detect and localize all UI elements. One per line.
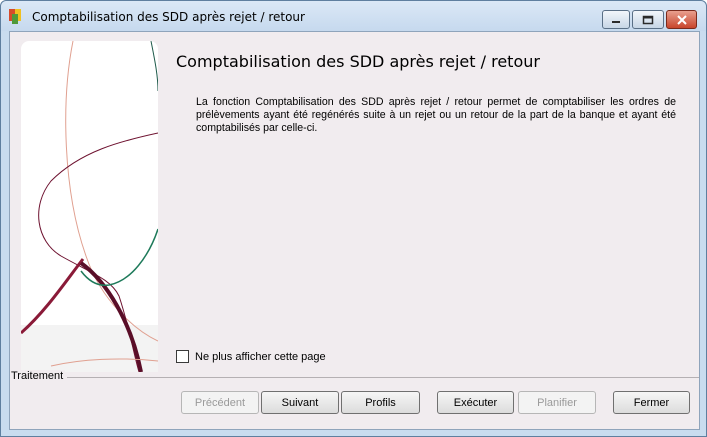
maximize-button[interactable] — [632, 10, 664, 29]
wizard-window: Comptabilisation des SDD après rejet / r… — [0, 0, 707, 437]
title-bar[interactable]: Comptabilisation des SDD après rejet / r… — [1, 1, 706, 31]
dont-show-again-option[interactable]: Ne plus afficher cette page — [176, 350, 326, 363]
execute-button[interactable]: Exécuter — [437, 391, 514, 414]
close-button[interactable] — [666, 10, 697, 29]
decorative-curves-image — [21, 41, 158, 372]
dont-show-again-checkbox[interactable] — [176, 350, 189, 363]
minimize-icon — [612, 20, 620, 23]
window-title: Comptabilisation des SDD après rejet / r… — [32, 10, 305, 24]
close-icon — [676, 14, 687, 25]
page-description: La fonction Comptabilisation des SDD apr… — [196, 96, 676, 134]
previous-button[interactable]: Précédent — [181, 391, 259, 414]
page-heading: Comptabilisation des SDD après rejet / r… — [176, 52, 540, 71]
schedule-button[interactable]: Planifier — [518, 391, 596, 414]
maximize-icon — [642, 15, 654, 24]
group-separator — [67, 377, 699, 378]
profiles-button[interactable]: Profils — [341, 391, 420, 414]
wizard-app-icon — [9, 9, 25, 25]
close-wizard-button[interactable]: Fermer — [613, 391, 690, 414]
minimize-button[interactable] — [602, 10, 630, 29]
next-button[interactable]: Suivant — [261, 391, 339, 414]
decorative-art-panel — [21, 41, 158, 372]
dont-show-again-label[interactable]: Ne plus afficher cette page — [195, 351, 326, 363]
wizard-content: Comptabilisation des SDD après rejet / r… — [9, 31, 700, 430]
group-label-traitement: Traitement — [11, 370, 66, 382]
